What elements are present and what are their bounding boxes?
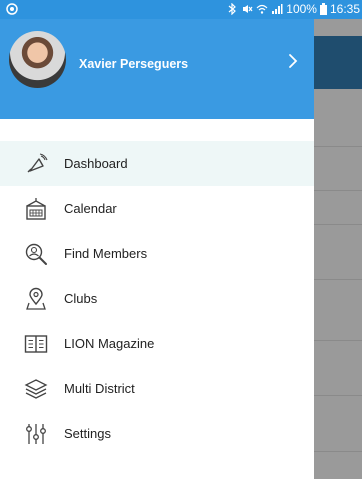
background-divider [314, 190, 362, 191]
sliders-icon [26, 423, 46, 444]
book-icon [24, 334, 48, 353]
background-app-header [314, 36, 362, 89]
mute-icon [243, 5, 253, 13]
battery-percent: 100% [286, 2, 317, 16]
menu-label: Dashboard [64, 156, 128, 171]
background-divider [314, 224, 362, 225]
navigation-drawer: Xavier Perseguers Dashboard Calendar Fin… [0, 19, 314, 479]
menu-item-calendar[interactable]: Calendar [0, 186, 314, 231]
background-app-overlay[interactable] [314, 0, 362, 479]
user-name[interactable]: Xavier Perseguers [79, 57, 188, 71]
status-time: 16:35 [329, 2, 360, 16]
wifi-icon [256, 4, 268, 14]
map-pin-icon [26, 287, 46, 310]
layers-icon [24, 378, 48, 399]
bluetooth-icon [228, 3, 237, 15]
background-divider [314, 146, 362, 147]
menu-label: Find Members [64, 246, 148, 261]
megaphone-icon [27, 152, 48, 172]
drawer-header[interactable]: Xavier Perseguers [0, 19, 314, 119]
chevron-right-icon[interactable] [288, 53, 298, 69]
background-divider [314, 340, 362, 341]
menu-item-find-members[interactable]: Find Members [0, 231, 314, 276]
menu-label: LION Magazine [64, 336, 155, 351]
menu-item-multi-district[interactable]: Multi District [0, 366, 314, 411]
avatar[interactable] [9, 31, 66, 88]
battery-icon [319, 3, 327, 15]
background-divider [314, 451, 362, 452]
menu-item-lion-magazine[interactable]: LION Magazine [0, 321, 314, 366]
menu-label: Settings [64, 426, 111, 441]
menu-item-dashboard[interactable]: Dashboard [0, 141, 314, 186]
menu-label: Multi District [64, 381, 135, 396]
menu-label: Calendar [64, 201, 117, 216]
background-divider [314, 279, 362, 280]
background-divider [314, 395, 362, 396]
signal-icon [272, 4, 283, 14]
status-bar: 100% 16:35 [0, 0, 362, 19]
drawer-menu: Dashboard Calendar Find Members Clubs LI… [0, 141, 314, 456]
calendar-icon [26, 197, 46, 220]
menu-item-settings[interactable]: Settings [0, 411, 314, 456]
magnifier-person-icon [25, 243, 47, 265]
menu-label: Clubs [64, 291, 98, 306]
menu-item-clubs[interactable]: Clubs [0, 276, 314, 321]
lion-app-icon [6, 3, 18, 15]
